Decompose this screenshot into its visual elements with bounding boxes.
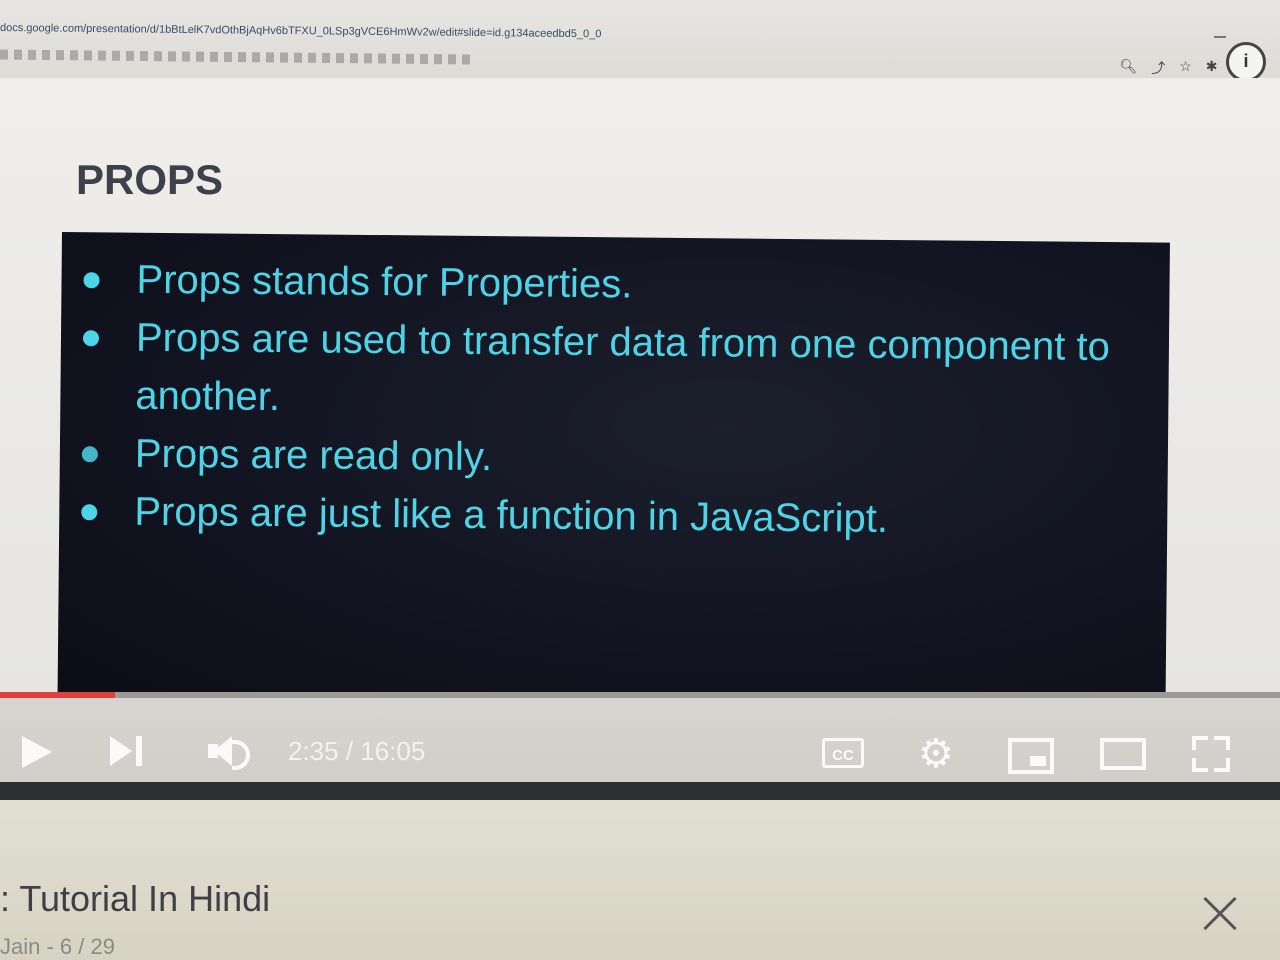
bullet-text: Props are used to transfer data from one… <box>135 315 1111 420</box>
bullet-item: Props are just like a function in JavaSc… <box>59 482 1168 551</box>
video-info: : Tutorial In Hindi Jain - 6 / 29 <box>0 800 1280 960</box>
player-bottom-edge <box>0 782 1280 800</box>
bullet-text: Props stands for Properties. <box>136 257 633 307</box>
video-title[interactable]: : Tutorial In Hindi <box>0 878 270 920</box>
slide-title: PROPS <box>76 156 224 203</box>
slide-canvas: PROPS Props stands for Properties. Props… <box>0 78 1280 713</box>
toolbar-icons: 🔍︎ ⤴ ☆ ✱ □ <box>1119 58 1240 78</box>
browser-chrome: docs.google.com/presentation/d/1bBtLelK7… <box>0 0 1280 82</box>
minimize-icon[interactable] <box>1214 36 1226 38</box>
bookmarks-bar[interactable] <box>0 49 471 65</box>
bullet-item: Props are read only. <box>60 424 1169 493</box>
fullscreen-icon[interactable] <box>1192 736 1230 772</box>
captions-icon[interactable]: CC <box>822 738 864 768</box>
bullet-dot-icon <box>83 272 100 289</box>
close-icon[interactable] <box>1202 896 1238 932</box>
star-icon[interactable]: ☆ <box>1179 58 1192 78</box>
bullet-dot-icon <box>81 446 98 463</box>
extensions-icon[interactable]: ✱ <box>1206 58 1218 78</box>
next-icon[interactable] <box>110 734 150 768</box>
gear-icon[interactable]: ⚙ <box>918 734 954 774</box>
bullet-dot-icon <box>82 330 100 347</box>
play-icon[interactable] <box>22 736 52 768</box>
bullet-text: Props are just like a function in JavaSc… <box>134 489 889 541</box>
content-box: Props stands for Properties. Props are u… <box>57 232 1170 713</box>
playlist-position: Jain - 6 / 29 <box>0 934 115 959</box>
bullet-dot-icon <box>81 504 98 521</box>
miniplayer-icon[interactable] <box>1008 738 1054 774</box>
address-bar-url[interactable]: docs.google.com/presentation/d/1bBtLelK7… <box>0 22 760 42</box>
profile-avatar[interactable]: i <box>1226 42 1266 82</box>
volume-icon[interactable] <box>208 736 250 770</box>
bullet-item: Props stands for Properties. <box>61 250 1170 319</box>
timecode: 2:35 / 16:05 <box>288 736 426 766</box>
bullet-text: Props are read only. <box>134 431 493 480</box>
search-icon[interactable]: 🔍︎ <box>1119 58 1137 78</box>
bullet-list: Props stands for Properties. Props are u… <box>59 232 1170 551</box>
bullet-item: Props are used to transfer data from one… <box>60 308 1169 435</box>
share-icon[interactable]: ⤴ <box>1151 58 1165 78</box>
theater-mode-icon[interactable] <box>1100 738 1146 770</box>
